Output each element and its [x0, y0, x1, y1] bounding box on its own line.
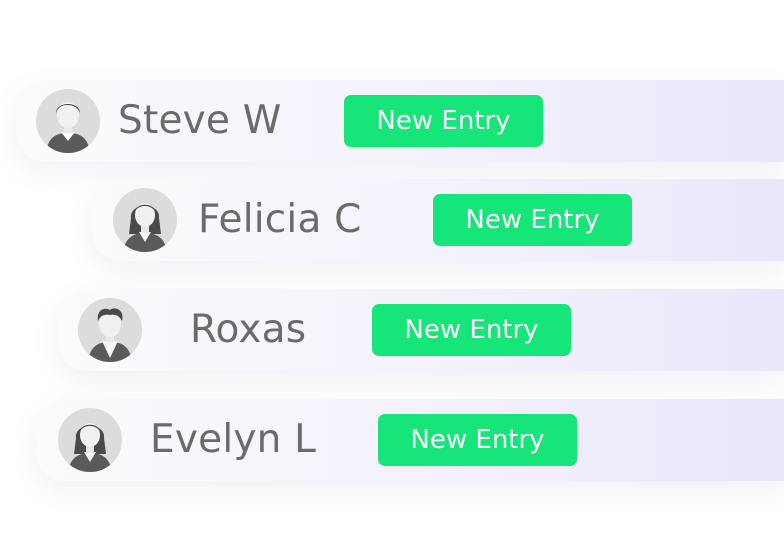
entry-row-roxas: Roxas New Entry — [58, 289, 784, 371]
entry-row-evelyn: Evelyn L New Entry — [36, 399, 784, 481]
male-avatar-icon — [78, 298, 142, 362]
female-avatar-icon — [113, 188, 177, 252]
new-entry-button[interactable]: New Entry — [344, 95, 543, 147]
person-name: Roxas — [190, 307, 307, 352]
person-name: Evelyn L — [150, 417, 317, 462]
new-entry-button[interactable]: New Entry — [433, 194, 632, 246]
male-avatar-icon — [36, 89, 100, 153]
new-entry-button[interactable]: New Entry — [372, 304, 571, 356]
entry-row-steve: Steve W New Entry — [16, 80, 784, 162]
female-avatar-icon — [58, 408, 122, 472]
person-name: Felicia C — [198, 197, 362, 242]
entry-row-felicia: Felicia C New Entry — [92, 179, 784, 261]
new-entry-button[interactable]: New Entry — [378, 414, 577, 466]
person-name: Steve W — [118, 98, 282, 143]
